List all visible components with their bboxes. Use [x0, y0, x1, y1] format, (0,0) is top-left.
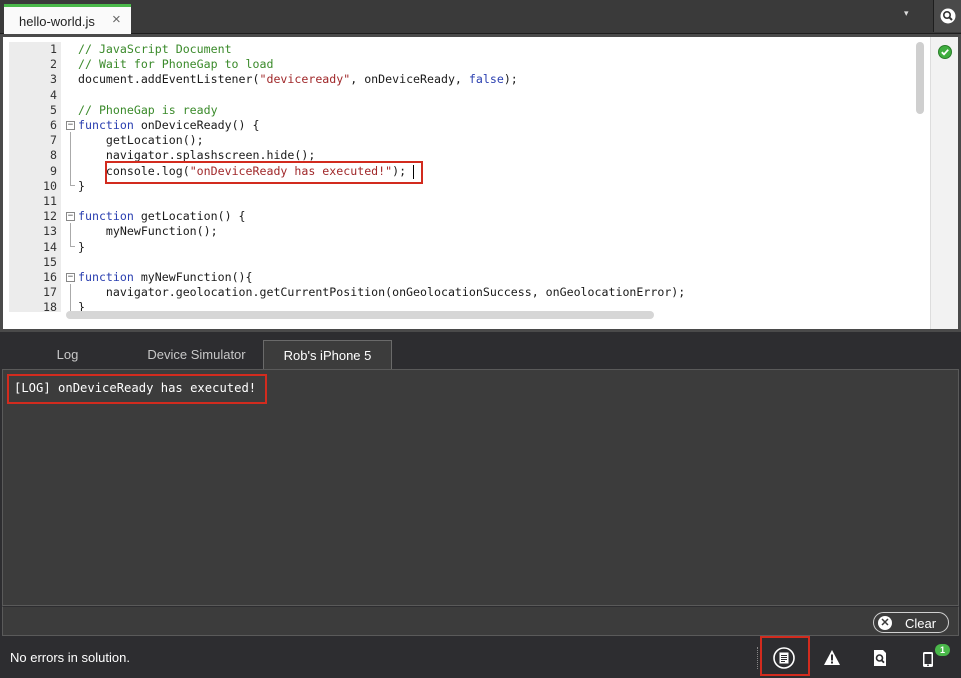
line-number: 1 — [50, 42, 57, 56]
line-number: 9 — [50, 163, 57, 178]
log-line: [LOG] onDeviceReady has executed! — [14, 381, 257, 395]
status-bar: No errors in solution. 1 — [0, 636, 961, 678]
device-log-panel: [LOG] onDeviceReady has executed! — [2, 369, 959, 606]
code-token: document.addEventListener( — [78, 72, 260, 87]
code-token: navigator.geolocation.getCurrentPosition… — [78, 285, 686, 300]
line-number: 15 — [43, 254, 57, 269]
line-number: 7 — [50, 133, 57, 148]
search-button[interactable] — [933, 0, 961, 32]
line-number: 16 — [43, 270, 57, 284]
code-token: } — [78, 239, 85, 254]
fold-guide — [70, 284, 71, 312]
code-token: function — [78, 209, 134, 224]
code-token: ); — [392, 163, 407, 178]
fold-guide-end — [70, 246, 75, 247]
fold-guide — [70, 223, 71, 246]
code-line[interactable]: function myNewFunction(){ — [78, 270, 253, 285]
line-number: 3 — [50, 72, 57, 87]
code-token: function — [78, 118, 134, 132]
fold-toggle[interactable]: − — [66, 212, 75, 222]
code-token: onDeviceReady() { — [133, 118, 260, 132]
code-line[interactable]: navigator.geolocation.getCurrentPosition… — [78, 285, 685, 300]
fold-toggle[interactable]: − — [66, 273, 75, 282]
code-token: // PhoneGap is ready — [78, 102, 218, 117]
file-tab-hello-world[interactable]: hello-world.js × — [4, 4, 131, 34]
code-token: myNewFunction(); — [78, 224, 218, 239]
close-icon[interactable]: × — [112, 11, 121, 28]
clear-button[interactable]: ✕ Clear — [873, 612, 949, 633]
line-number: 11 — [43, 194, 57, 208]
file-tab-strip: hello-world.js × ▾ — [0, 0, 961, 34]
code-token: function — [78, 270, 134, 284]
check-ok-icon — [938, 45, 952, 59]
code-line[interactable]: console.log("onDeviceReady has executed!… — [78, 164, 406, 179]
fold-guide-end — [70, 185, 75, 186]
line-number: 8 — [50, 148, 57, 163]
clear-button-label: Clear — [905, 616, 937, 631]
editor-status-strip — [930, 37, 958, 329]
code-token: // JavaScript Document — [78, 42, 232, 56]
code-line[interactable]: // JavaScript Document — [78, 42, 232, 57]
code-token: navigator.splashscreen.hide(); — [78, 148, 316, 163]
line-number: 14 — [43, 239, 57, 254]
vertical-scrollbar[interactable] — [916, 42, 924, 114]
line-number: 2 — [50, 57, 57, 72]
code-token: , onDeviceReady, — [350, 72, 469, 87]
code-token: "onDeviceReady has executed!" — [189, 163, 393, 178]
status-text: No errors in solution. — [10, 650, 130, 665]
code-line[interactable]: getLocation(); — [78, 133, 204, 148]
code-token: getLocation() { — [133, 209, 246, 224]
warning-icon[interactable] — [821, 647, 843, 669]
code-line[interactable]: } — [78, 179, 85, 194]
search-icon — [940, 8, 956, 24]
fold-guide — [70, 132, 71, 185]
code-token: ); — [503, 72, 518, 87]
output-panel-footer: ✕ Clear — [2, 606, 959, 636]
code-line[interactable]: // Wait for PhoneGap to load — [78, 57, 273, 72]
horizontal-scrollbar[interactable] — [66, 311, 654, 319]
output-log-icon[interactable] — [773, 647, 795, 669]
find-results-icon[interactable] — [869, 647, 891, 669]
code-line[interactable]: function getLocation() { — [78, 209, 246, 224]
chevron-down-icon[interactable]: ▾ — [904, 8, 909, 19]
file-tab-label: hello-world.js — [19, 14, 95, 29]
code-line[interactable]: function onDeviceReady() { — [78, 118, 259, 133]
output-panel-tabs: Log Device Simulator Rob's iPhone 5 — [0, 332, 961, 369]
code-line[interactable]: myNewFunction(); — [78, 224, 218, 239]
tab-robs-iphone-5[interactable]: Rob's iPhone 5 — [263, 340, 392, 369]
line-number-gutter: 1 2 3 4 5 6 7 8 9 10 11 12 13 14 15 16 17 18 — [9, 42, 61, 312]
line-number: 13 — [43, 224, 57, 239]
text-cursor — [413, 164, 414, 179]
fold-toggle[interactable]: − — [66, 121, 75, 130]
code-token: getLocation(); — [78, 133, 204, 148]
code-token: console.log( — [78, 163, 190, 178]
line-number: 6 — [50, 118, 57, 132]
code-line[interactable]: document.addEventListener("deviceready",… — [78, 72, 518, 87]
clear-x-icon: ✕ — [878, 616, 892, 630]
code-area[interactable]: // JavaScript Document// Wait for PhoneG… — [63, 42, 915, 312]
line-number: 17 — [43, 285, 57, 300]
code-line[interactable]: } — [78, 240, 85, 255]
line-number: 12 — [43, 209, 57, 224]
code-editor[interactable]: 1 2 3 4 5 6 7 8 9 10 11 12 13 14 15 16 17 18 // JavaScrip… — [3, 37, 958, 329]
code-token: false — [468, 72, 504, 87]
code-token: // Wait for PhoneGap to load — [78, 57, 274, 72]
code-token: } — [78, 178, 85, 193]
code-line[interactable]: navigator.splashscreen.hide(); — [78, 148, 315, 163]
line-number: 5 — [50, 102, 57, 117]
editor-frame: 1 2 3 4 5 6 7 8 9 10 11 12 13 14 15 16 17 18 // JavaScrip… — [0, 34, 961, 332]
line-number: 10 — [43, 178, 57, 193]
line-number: 18 — [43, 300, 57, 312]
code-token: myNewFunction(){ — [133, 270, 253, 284]
device-count-badge: 1 — [935, 644, 950, 656]
line-number: 4 — [50, 87, 57, 102]
code-line[interactable]: // PhoneGap is ready — [78, 103, 218, 118]
tab-device-simulator[interactable]: Device Simulator — [130, 340, 263, 369]
tab-log[interactable]: Log — [10, 340, 125, 369]
status-separator — [757, 647, 758, 669]
code-token: "deviceready" — [259, 72, 351, 87]
